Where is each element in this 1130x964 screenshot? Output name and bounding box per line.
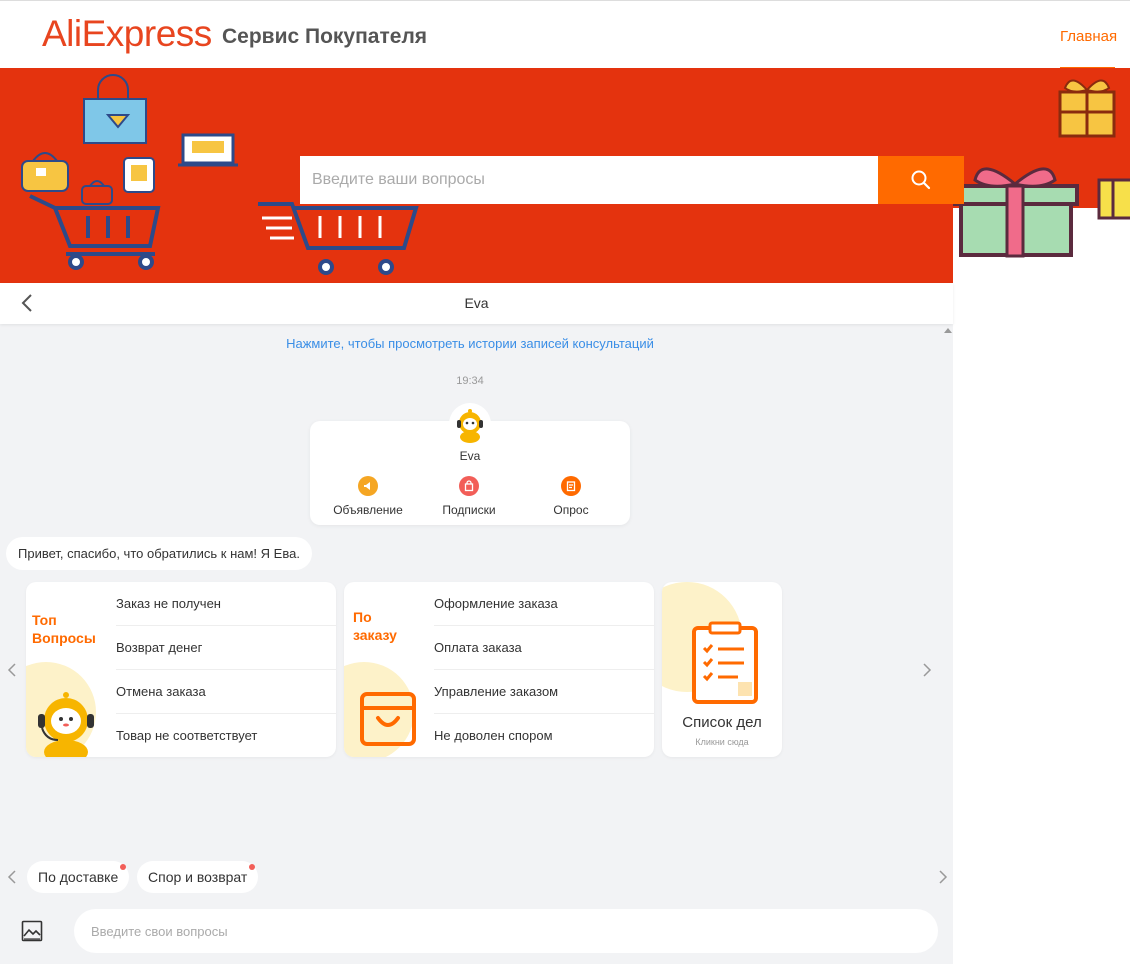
carousel-next-icon[interactable] bbox=[922, 663, 932, 677]
quick-action-announcement[interactable]: Объявление bbox=[323, 476, 413, 517]
message-input[interactable] bbox=[74, 909, 938, 953]
survey-icon bbox=[561, 476, 581, 496]
shopping-bag-icon bbox=[360, 692, 416, 746]
search-icon bbox=[911, 170, 931, 190]
bot-name: Eva bbox=[459, 449, 481, 463]
chip-label: Спор и возврат bbox=[148, 869, 248, 885]
notification-dot bbox=[120, 864, 127, 870]
card-title: По заказу bbox=[353, 609, 397, 643]
banner-gift-area bbox=[953, 68, 1130, 284]
cart-middle-icon bbox=[258, 202, 419, 275]
chip-label: По доставке bbox=[38, 869, 119, 885]
quick-action-label: Опрос bbox=[553, 503, 589, 517]
history-link[interactable]: Нажмите, чтобы просмотреть истории запис… bbox=[0, 336, 940, 351]
list-item[interactable]: Возврат денег bbox=[116, 626, 336, 670]
gift-small-icon bbox=[1058, 79, 1116, 138]
phone-icon bbox=[123, 157, 155, 193]
list-item[interactable]: Оплата заказа bbox=[434, 626, 654, 670]
gift-illustration bbox=[953, 68, 1130, 284]
eva-avatar bbox=[449, 403, 491, 445]
laptop-icon bbox=[178, 133, 238, 167]
top-header: AliExpress Сервис Покупателя Главная bbox=[0, 0, 1130, 69]
search-input[interactable] bbox=[300, 156, 878, 204]
card-title: Топ Вопросы bbox=[32, 612, 96, 646]
quick-action-survey[interactable]: Опрос bbox=[526, 476, 616, 517]
small-bag-icon bbox=[81, 180, 113, 205]
top-questions-card: Топ Вопросы Заказ не получен Возврат ден… bbox=[26, 582, 336, 757]
search-button[interactable] bbox=[878, 156, 964, 204]
message-timestamp: 19:34 bbox=[456, 375, 484, 387]
shopping-bag-icon bbox=[83, 74, 147, 144]
aliexpress-logo[interactable]: AliExpress bbox=[42, 13, 212, 55]
robot-mascot-icon bbox=[38, 692, 94, 757]
chat-title: Eva bbox=[464, 295, 489, 311]
quick-action-subscriptions[interactable]: Подписки bbox=[424, 476, 514, 517]
todo-list-card[interactable]: Список дел Кликни сюда bbox=[662, 582, 782, 757]
megaphone-icon bbox=[358, 476, 378, 496]
list-item[interactable]: Управление заказом bbox=[434, 670, 654, 714]
todo-title: Список дел bbox=[682, 714, 762, 731]
nav-home-link[interactable]: Главная bbox=[1060, 28, 1117, 45]
bag-icon bbox=[459, 476, 479, 496]
scroll-up-icon[interactable] bbox=[944, 328, 952, 333]
gift-yellow-icon bbox=[1097, 178, 1130, 220]
notification-dot bbox=[249, 864, 256, 870]
chip-delivery[interactable]: По доставке bbox=[27, 861, 130, 893]
chat-header: Eva bbox=[0, 283, 953, 324]
list-item[interactable]: Товар не соответствует bbox=[116, 714, 336, 757]
order-questions-card: По заказу Оформление заказа Оплата заказ… bbox=[344, 582, 654, 757]
bot-greeting-message: Привет, спасибо, что обратились к нам! Я… bbox=[6, 537, 312, 570]
list-item[interactable]: Отмена заказа bbox=[116, 670, 336, 714]
top-questions-list: Заказ не получен Возврат денег Отмена за… bbox=[116, 582, 336, 757]
list-item[interactable]: Оформление заказа bbox=[434, 582, 654, 626]
purse-icon bbox=[21, 152, 69, 192]
list-item[interactable]: Не доволен спором bbox=[434, 714, 654, 757]
clipboard-icon bbox=[692, 621, 758, 704]
quick-action-label: Подписки bbox=[442, 503, 496, 517]
cart-left-icon bbox=[29, 194, 161, 270]
todo-subtitle: Кликни сюда bbox=[695, 737, 749, 747]
carousel-prev-icon[interactable] bbox=[7, 663, 17, 677]
list-item[interactable]: Заказ не получен bbox=[116, 582, 336, 626]
order-questions-list: Оформление заказа Оплата заказа Управлен… bbox=[434, 582, 654, 757]
chips-prev-icon[interactable] bbox=[7, 870, 17, 884]
chips-next-icon[interactable] bbox=[938, 870, 948, 884]
chip-dispute-return[interactable]: Спор и возврат bbox=[137, 861, 259, 893]
page-title: Сервис Покупателя bbox=[222, 25, 428, 48]
quick-action-label: Объявление bbox=[333, 503, 403, 517]
image-upload-icon[interactable] bbox=[21, 920, 43, 942]
robot-avatar-icon bbox=[450, 404, 490, 444]
